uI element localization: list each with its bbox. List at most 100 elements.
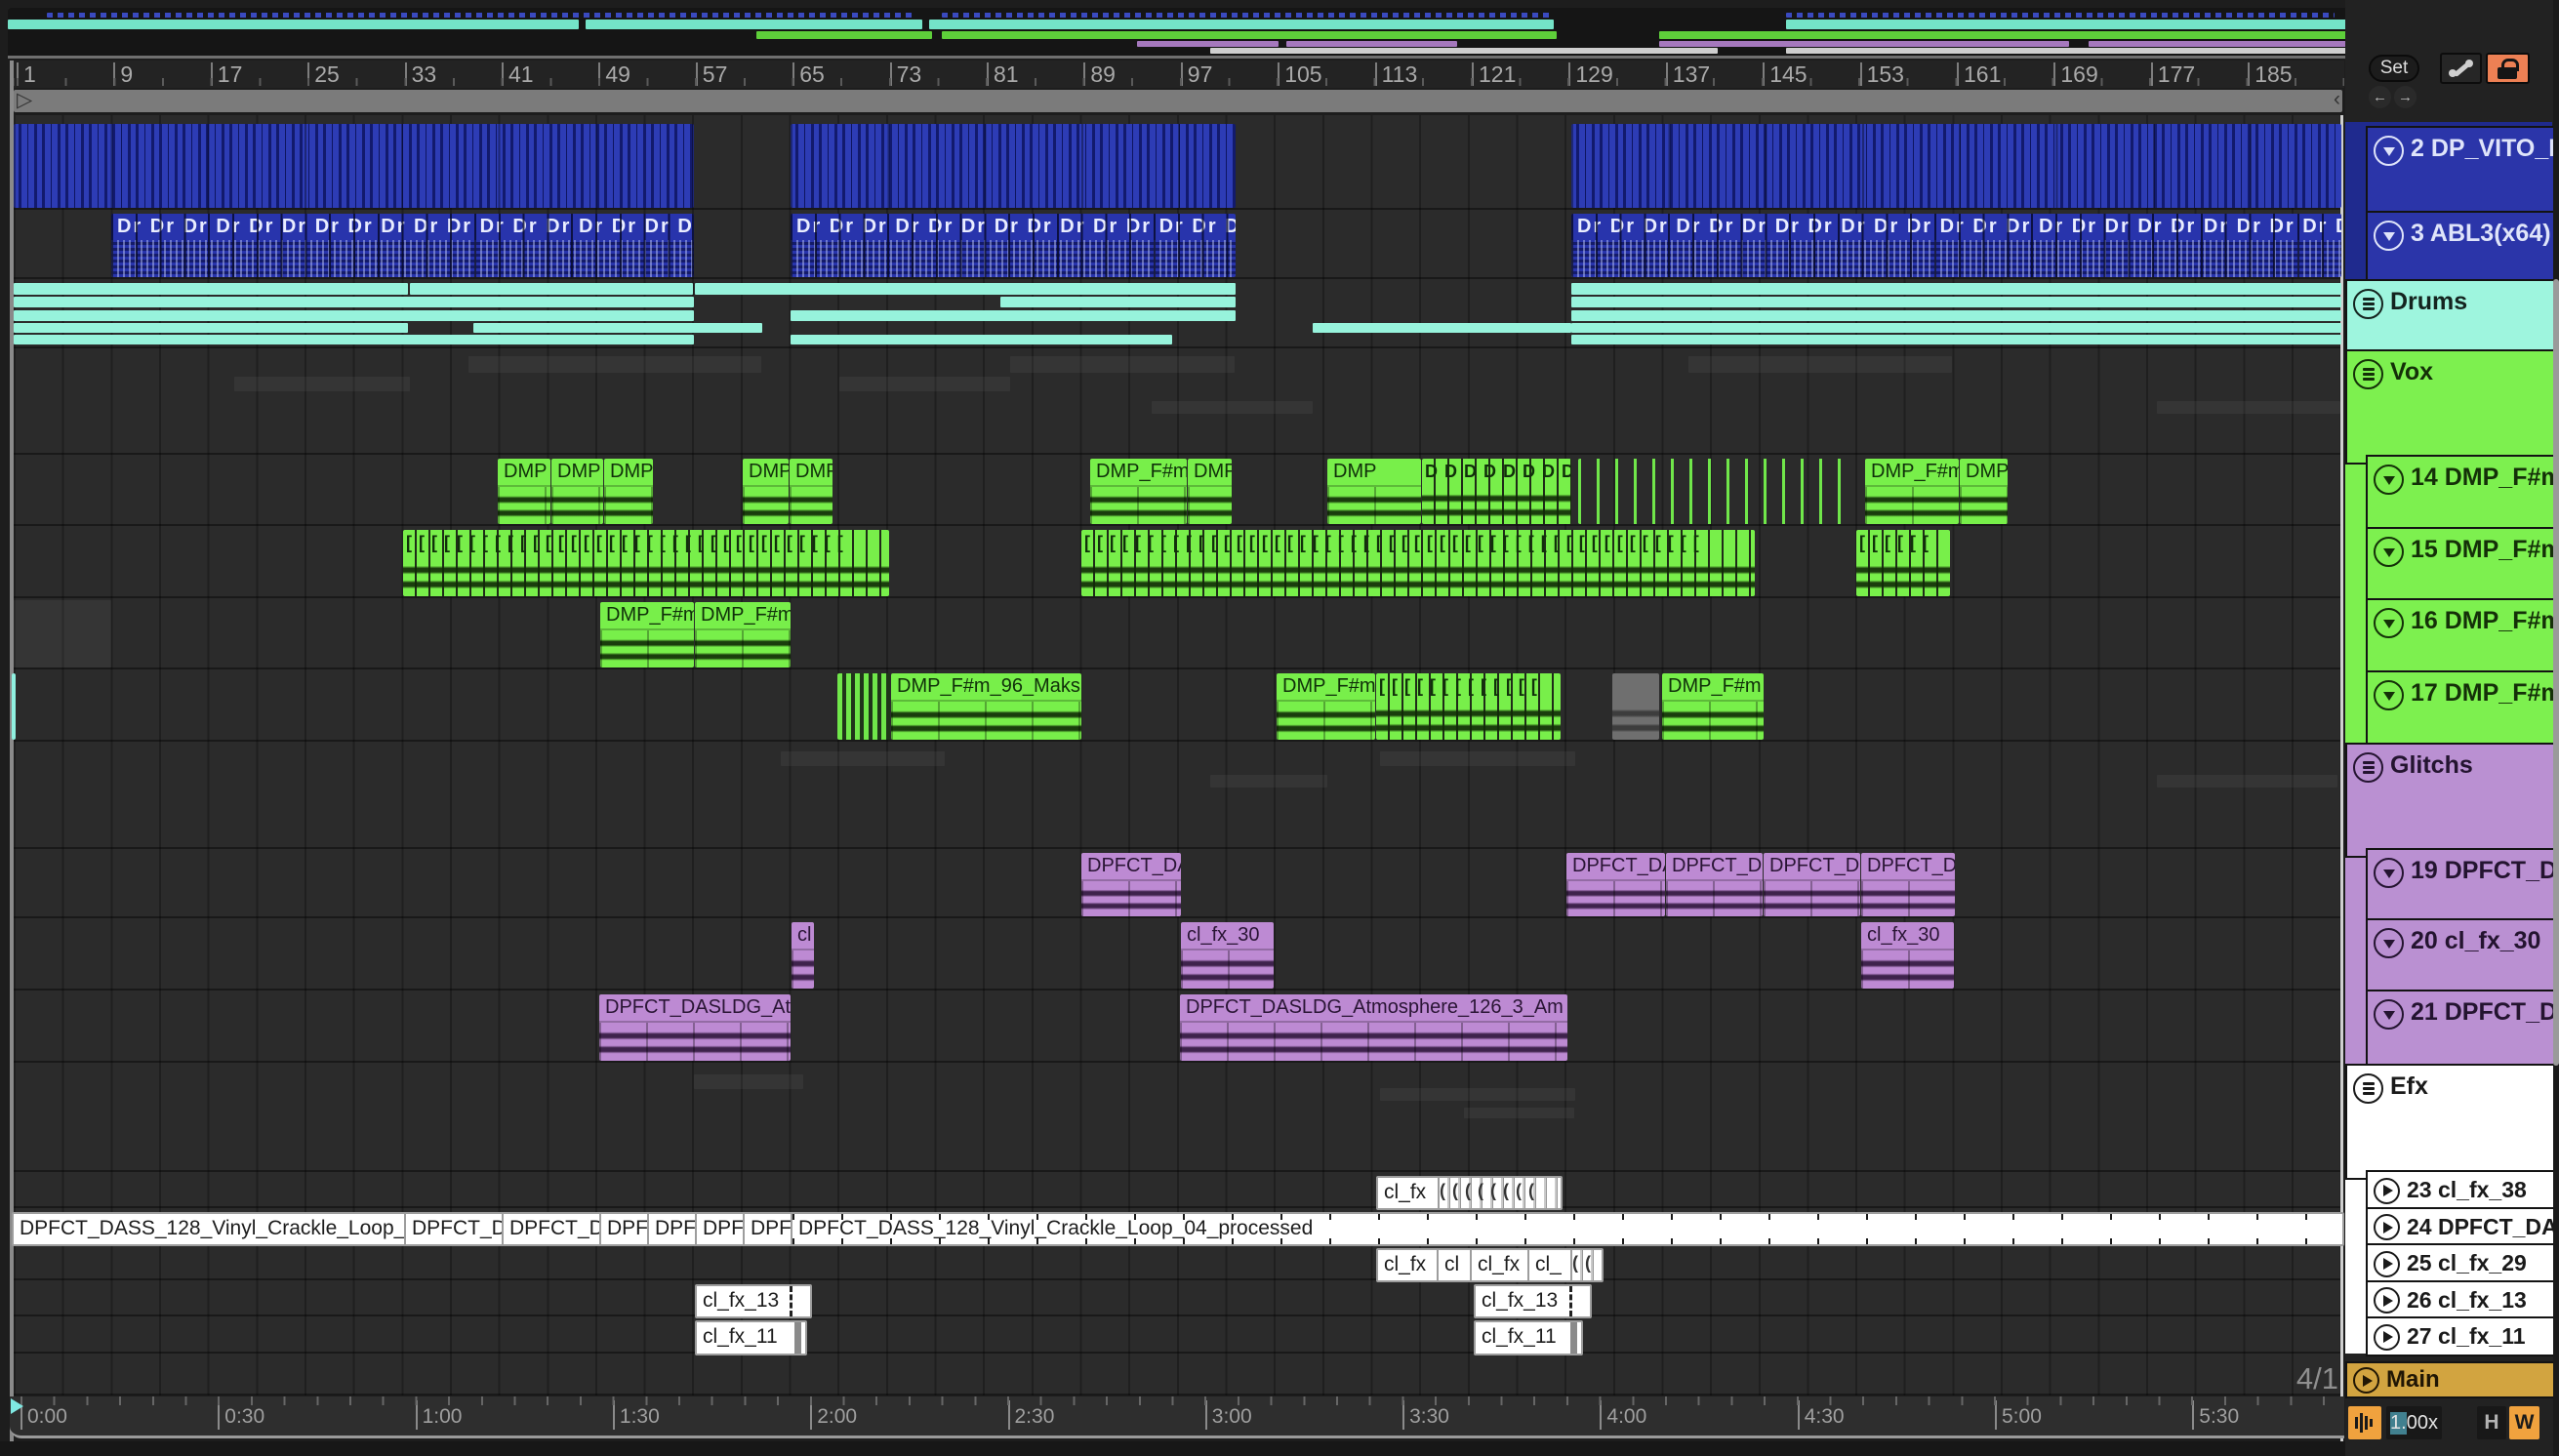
menu-circle-icon[interactable] [2353,752,2383,783]
clip[interactable]: [[[[[[ [1856,530,1950,596]
track-header-25-cl-fx-29[interactable]: 25 cl_fx_29 [2366,1243,2559,1283]
arrangement-lane-group-drums[interactable] [14,281,2341,348]
track-header-19-dpfct-das[interactable]: 19 DPFCT_DAS [2366,848,2559,928]
track-header-24-dpfct-das[interactable]: 24 DPFCT_DAS [2366,1207,2559,1246]
clip-muted[interactable] [1612,673,1659,740]
clip[interactable] [1571,124,2341,208]
clip[interactable]: DMP_F#m [600,602,694,667]
clip[interactable]: DMP_F#m [1090,459,1187,524]
clip[interactable] [1578,459,1848,524]
arrangement-lane-track-21[interactable]: DPFCT_DASLDG_Atm DPFCT_DASLDG_Atmosphere_… [14,992,2340,1063]
clip[interactable]: DPFCT_DA [1081,853,1181,916]
clip[interactable]: DPFCT_D [1861,853,1955,916]
clip[interactable] [791,124,1236,208]
playhead-triangle-icon[interactable] [11,1398,23,1414]
track-header-23-cl-fx-38[interactable]: 23 cl_fx_38 [2366,1170,2559,1210]
arrangement-lane-track-14[interactable]: DMPDMPDMPDMPDMPDMP_F#mDMPDMPDDDDDDDDDDDM… [14,457,2340,526]
clip[interactable]: cl_fx_30 [1861,922,1954,989]
clip[interactable]: cl_fx_13 [695,1284,812,1318]
play-circle-icon[interactable] [2374,1287,2400,1314]
clip[interactable]: DMP [498,459,550,524]
fold-circle-icon[interactable] [2374,537,2404,567]
arrow-left-button[interactable]: ← [2369,86,2391,108]
clip[interactable]: DPFCT_DASLDG_Atm [599,994,791,1061]
play-circle-icon[interactable] [2374,1250,2400,1277]
clip[interactable]: DMP_F#m [1662,673,1764,740]
clip[interactable] [14,124,694,208]
clip[interactable]: [[[[[[[[[[[[[ [1376,673,1561,740]
arrangement-overview[interactable] [8,8,2551,59]
clip[interactable]: DPF( [647,1212,698,1246]
fold-circle-icon[interactable] [2374,928,2404,958]
clip[interactable]: cl [1437,1248,1473,1282]
play-circle-icon[interactable] [2353,1367,2379,1394]
clip[interactable]: cl_fx_13 [1474,1284,1592,1318]
track-header-21-dpfct-das[interactable]: 21 DPFCT_DAS [2366,990,2559,1073]
play-circle-icon[interactable] [2374,1323,2400,1351]
vertical-scrollbar-thumb[interactable] [2553,279,2559,1066]
fold-circle-icon[interactable] [2374,465,2404,495]
clip[interactable]: DMP [743,459,789,524]
clip[interactable]: DMP_F#m [1277,673,1375,740]
width-zoom-button[interactable]: W [2509,1406,2539,1439]
fold-circle-icon[interactable] [2374,680,2404,710]
clip[interactable]: DPFCT_DASS_128_Vinyl_Crackle_Loop_( [12,1212,407,1246]
clip[interactable]: DMP [551,459,603,524]
fold-circle-icon[interactable] [2374,608,2404,638]
arrangement-lane-track-23[interactable]: cl_fx (((((((( [14,1174,2340,1210]
clip[interactable]: [[[[[[[[[[[[[[[[[[[[[[[[[[[[[[[[[[[[[[[[… [1081,530,1755,596]
set-button[interactable]: Set [2369,55,2419,82]
clip[interactable]: DMP [1960,459,2008,524]
clip-sliver[interactable] [12,673,16,740]
track-header-14-dmp-f-m-[interactable]: 14 DMP_F#m_ [2366,455,2559,536]
clip[interactable]: DPFCT_D [1666,853,1763,916]
arrangement-lane-track-15[interactable]: [[[[[[[[[[[[[[[[[[[[[[[[[[[[[[[[[[[[[[[[… [14,528,2340,598]
arrangement-lane-track-19[interactable]: DPFCT_DADPFCT_DADPFCT_DDPFCT_DDPFCT_D [14,851,2340,918]
arrangement-lane-spacer[interactable] [14,1355,2340,1395]
clip[interactable]: DPFCT_DASLDG_Atmosphere_126_3_Am [1180,994,1567,1061]
track-header-26-cl-fx-13[interactable]: 26 cl_fx_13 [2366,1280,2559,1319]
arrangement-lane-track-26[interactable]: cl_fx_13 cl_fx_13 [14,1282,2340,1318]
arrangement-lane-group-glitchs[interactable] [14,744,2340,849]
arrangement-lane-track-17[interactable]: DMP_F#m_96_Maks DMP_F#m[[[[[[[[[[[[[DMP_F… [12,671,2340,742]
clip[interactable]: cl_fx_11 [1474,1320,1583,1355]
clip[interactable]: cl_fx_11 [695,1320,807,1355]
track-header-27-cl-fx-11[interactable]: 27 cl_fx_11 [2366,1316,2559,1356]
menu-circle-icon[interactable] [2353,1073,2383,1104]
playback-speed-box[interactable]: 1. 00x [2386,1406,2442,1439]
arrangement-lane-track-25[interactable]: cl_fx cl cl_fx cl_ (( [14,1246,2340,1282]
arrangement-lane-track-2-kick[interactable] [14,122,2341,210]
clip[interactable]: DPFCT_DA [502,1212,602,1246]
clip[interactable]: Dr Dr Dr Dr Dr Dr Dr Dr Dr Dr Dr Dr Dr D… [111,214,694,277]
clip[interactable]: cl_ [1527,1248,1573,1282]
clip[interactable]: DMP_F#m [695,602,791,667]
clip[interactable]: cl_fx [1376,1248,1440,1282]
arrangement-lane-track-20[interactable]: cl cl_fx_30 cl_fx_30 [14,920,2340,991]
link-button[interactable] [2440,53,2482,84]
clip[interactable]: DMP [1327,459,1421,524]
clip[interactable]: DPFCT_DA [1566,853,1665,916]
arrangement-lane-track-27[interactable]: cl_fx_11 cl_fx_11 [14,1318,2340,1355]
clip[interactable]: [[[[[[[[[[[[[[[[[[[[[[[[[[[[[[[[[[[ [403,530,889,596]
arrangement-lane-track-3-abl3[interactable]: Dr Dr Dr Dr Dr Dr Dr Dr Dr Dr Dr Dr Dr D… [14,212,2341,279]
arrangement-lane-group-vox[interactable] [14,350,2340,455]
clip[interactable]: DPFCT_DASS_128_Vinyl_Crackle_Loop_04_pro… [791,1212,2344,1246]
clip[interactable]: DPF( [695,1212,746,1246]
fold-circle-icon[interactable] [2374,221,2404,251]
clip[interactable]: (((((((( [1438,1176,1563,1210]
height-zoom-button[interactable]: H [2477,1406,2506,1439]
lock-button[interactable] [2486,53,2530,84]
track-header-17-dmp-f-m-[interactable]: 17 DMP_F#m_ [2366,670,2559,752]
arrow-right-button[interactable]: → [2394,86,2417,108]
clip[interactable]: cl [792,922,814,989]
clip[interactable]: DPFCT_DA [404,1212,505,1246]
clip[interactable]: DMP [1188,459,1232,524]
clip[interactable]: DMP_F#m_96_Maks [891,673,1081,740]
track-header-20-cl-fx-30[interactable]: 20 cl_fx_30 [2366,918,2559,999]
track-header-15-dmp-f-m-[interactable]: 15 DMP_F#m_ [2366,527,2559,608]
clip[interactable]: (( [1570,1248,1604,1282]
clip[interactable]: DMP [604,459,653,524]
track-header-main[interactable]: Main [2345,1361,2559,1398]
track-header-3-abl3-x64-[interactable]: 3 ABL3(x64) [2366,211,2559,289]
loop-scroll-bar[interactable]: ▷ ‹ [14,88,2342,112]
